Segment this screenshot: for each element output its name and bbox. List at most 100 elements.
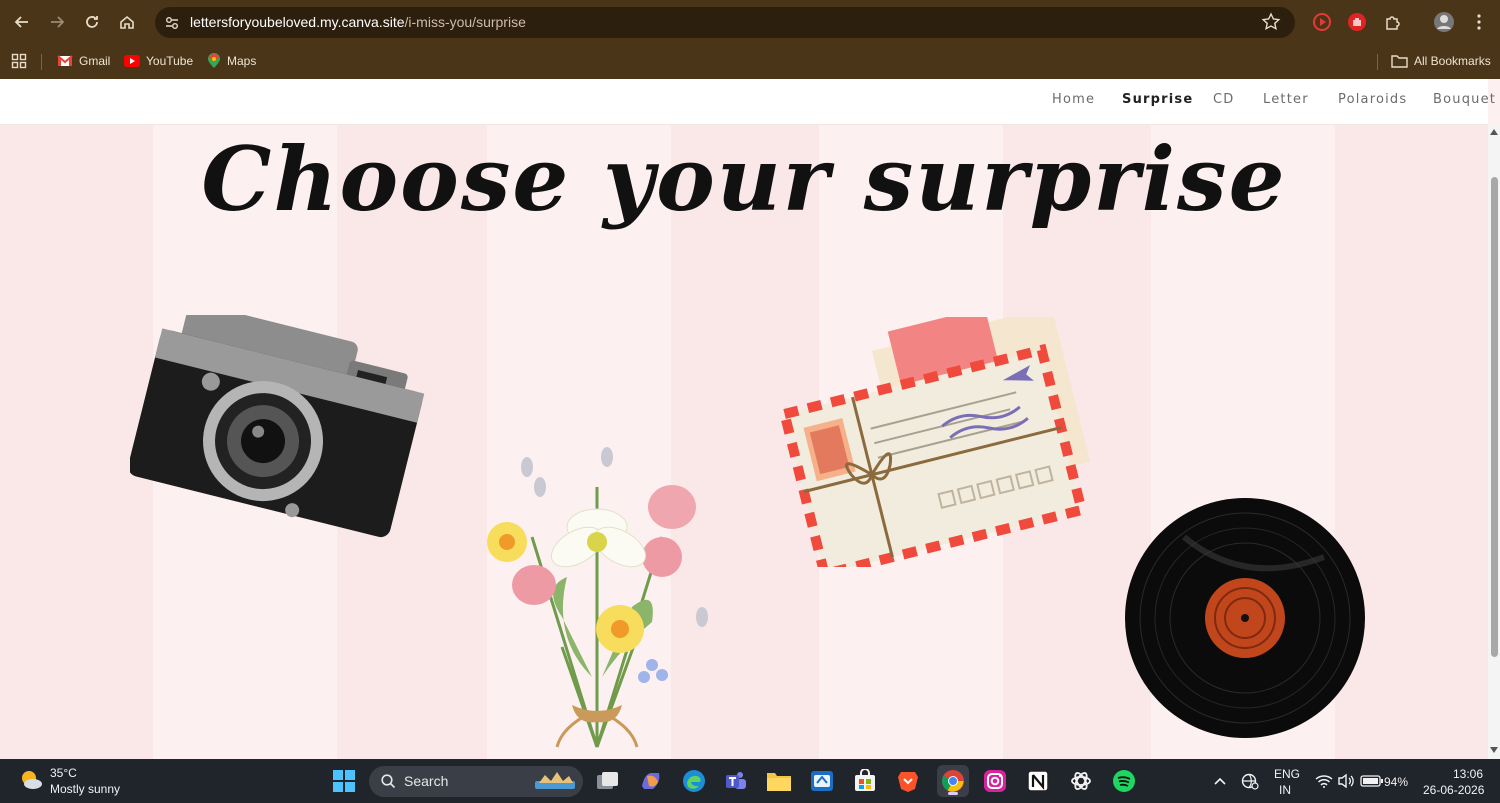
openai-icon	[1071, 772, 1091, 790]
bookmark-star-icon[interactable]	[1261, 12, 1281, 32]
partly-sunny-icon	[22, 771, 42, 789]
language-code[interactable]: ENG	[1274, 767, 1300, 781]
chevron-up-icon	[1214, 777, 1226, 785]
site-navigation: Home Surprise CD Letter Polaroids Bouque…	[0, 79, 1495, 125]
url-host: lettersforyoubeloved.my.canva.site	[190, 14, 405, 30]
scrollbar-thumb[interactable]	[1491, 177, 1498, 657]
copilot-icon	[642, 772, 660, 789]
play-circle-icon	[1313, 13, 1331, 31]
reload-icon	[86, 16, 98, 28]
all-bookmarks-button[interactable]: All Bookmarks	[1391, 51, 1491, 71]
folder-icon	[1391, 55, 1408, 68]
vinyl-record-icon	[1125, 498, 1365, 738]
app-button-1[interactable]	[808, 767, 836, 795]
nav-surprise[interactable]: Surprise	[1122, 92, 1193, 107]
task-view-icon	[597, 772, 618, 789]
wifi-icon	[1315, 775, 1333, 788]
search-icon	[381, 774, 396, 789]
maps-icon	[208, 53, 220, 68]
nav-bouquet[interactable]: Bouquet	[1433, 92, 1496, 107]
brave-button[interactable]	[894, 767, 922, 795]
camera-icon	[128, 302, 425, 538]
address-bar[interactable]: lettersforyoubeloved.my.canva.site/i-mis…	[155, 7, 1295, 38]
home-icon	[120, 15, 134, 29]
store-icon	[855, 769, 875, 791]
clock-date[interactable]: 26-06-2026	[1423, 783, 1484, 797]
camera-surprise[interactable]	[128, 302, 430, 564]
hand-stop-icon	[1348, 13, 1366, 31]
bookmark-separator	[41, 54, 42, 70]
battery-button[interactable]	[1358, 767, 1386, 795]
start-button[interactable]	[330, 767, 358, 795]
brave-lion-icon	[898, 772, 918, 792]
speaker-icon	[1338, 773, 1354, 789]
instagram-button[interactable]	[981, 767, 1009, 795]
back-button[interactable]	[10, 10, 34, 34]
taskbar-search[interactable]: Search	[369, 766, 583, 797]
clock-time[interactable]: 13:06	[1453, 767, 1483, 781]
spotify-button[interactable]	[1110, 767, 1138, 795]
puzzle-icon	[1386, 16, 1400, 30]
taskbar: 35°C Mostly sunny Search ENG IN 94% 13:0…	[0, 759, 1500, 803]
avatar-icon	[1434, 12, 1454, 32]
active-indicator	[948, 792, 958, 795]
url-text: lettersforyoubeloved.my.canva.site/i-mis…	[190, 14, 526, 30]
chatgpt-button[interactable]	[1067, 767, 1095, 795]
edge-button[interactable]	[680, 767, 708, 795]
copilot-button[interactable]	[637, 767, 665, 795]
teams-icon	[726, 772, 746, 789]
flower-bouquet-icon	[487, 447, 708, 748]
task-view-button[interactable]	[594, 767, 622, 795]
chrome-button[interactable]	[937, 765, 969, 797]
notion-button[interactable]	[1024, 767, 1052, 795]
browser-menu-button[interactable]	[1468, 11, 1490, 33]
bookmark-label: Maps	[227, 54, 257, 68]
scroll-down-button[interactable]	[1489, 745, 1499, 755]
ms-store-button[interactable]	[851, 767, 879, 795]
envelope-letter-icon	[778, 306, 1091, 581]
edge-icon	[683, 770, 705, 792]
show-hidden-icons-button[interactable]	[1206, 767, 1234, 795]
reload-button[interactable]	[80, 10, 104, 34]
nav-cd[interactable]: CD	[1213, 92, 1235, 107]
chrome-icon	[942, 770, 964, 792]
nav-letter[interactable]: Letter	[1263, 92, 1309, 107]
nav-polaroids[interactable]: Polaroids	[1338, 92, 1407, 107]
bookmark-label: Gmail	[79, 54, 111, 68]
scroll-up-button[interactable]	[1489, 127, 1499, 137]
apps-button[interactable]	[11, 51, 27, 71]
bookmark-label: YouTube	[146, 54, 194, 68]
file-explorer-button[interactable]	[765, 767, 793, 795]
instagram-icon	[984, 770, 1006, 792]
extension-youtube-button[interactable]	[1311, 11, 1333, 33]
tray-app-button[interactable]	[1236, 767, 1264, 795]
arrow-left-icon	[14, 16, 28, 28]
search-label: Search	[404, 773, 449, 789]
teams-button[interactable]	[722, 767, 750, 795]
weather-widget[interactable]	[18, 767, 44, 793]
profile-avatar-button[interactable]	[1433, 11, 1455, 33]
extension-blocker-button[interactable]	[1346, 11, 1368, 33]
browser-toolbar: lettersforyoubeloved.my.canva.site/i-mis…	[0, 0, 1500, 44]
arrow-right-icon	[51, 16, 65, 28]
page-title: Choose your surprise	[201, 127, 1287, 231]
volume-button[interactable]	[1332, 767, 1360, 795]
weather-description: Mostly sunny	[50, 782, 121, 796]
notion-icon	[1027, 770, 1049, 792]
folder-icon	[767, 773, 791, 791]
bookmark-youtube[interactable]: YouTube	[124, 51, 193, 71]
forward-button[interactable]	[45, 10, 69, 34]
nav-home[interactable]: Home	[1052, 92, 1095, 107]
bookmark-gmail[interactable]: Gmail	[57, 51, 110, 71]
cd-surprise[interactable]	[1124, 497, 1366, 743]
battery-icon	[1360, 775, 1383, 787]
apps-grid-icon	[11, 53, 27, 69]
home-button[interactable]	[115, 10, 139, 34]
bookmark-separator	[1377, 54, 1378, 70]
site-info-icon[interactable]	[163, 14, 181, 32]
bouquet-surprise[interactable]	[472, 447, 722, 759]
app-window-icon	[811, 771, 833, 791]
extensions-button[interactable]	[1382, 11, 1404, 33]
letter-surprise[interactable]	[776, 306, 1106, 581]
bookmark-maps[interactable]: Maps	[207, 51, 256, 71]
